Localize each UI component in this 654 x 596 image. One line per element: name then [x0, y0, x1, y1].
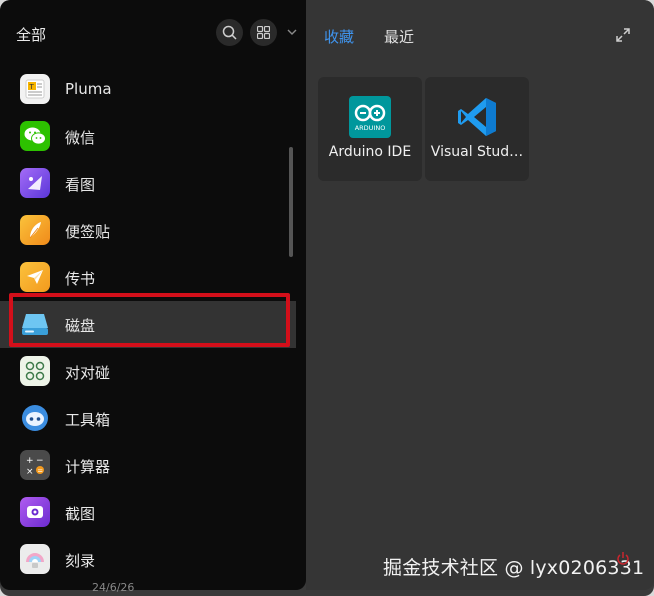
svg-text:+: +	[26, 456, 34, 466]
app-item-screenshot[interactable]: 截图	[0, 489, 296, 536]
app-label: 传书	[65, 270, 96, 288]
bottom-partial-text: 24/6/26	[92, 581, 135, 594]
grid-icon	[257, 26, 270, 39]
arduino-icon: ARDUINO	[349, 96, 391, 138]
svg-text:=: =	[37, 467, 43, 475]
disk-icon	[20, 309, 50, 339]
app-label: 计算器	[65, 458, 111, 476]
all-apps-title: 全部	[16, 26, 47, 44]
app-label: 截图	[65, 505, 96, 523]
svg-text:T: T	[29, 83, 35, 91]
app-item-sticky-notes[interactable]: 便签贴	[0, 207, 296, 254]
tab-recent[interactable]: 最近	[384, 26, 414, 47]
transfer-icon	[20, 262, 50, 292]
app-label: 微信	[65, 129, 96, 147]
watermark-text: 掘金技术社区 @ lyx0206331	[383, 557, 645, 579]
app-list: T Pluma 微信 看图 便签贴 传书 磁盘 对对碰 工具箱 + − × = …	[0, 66, 296, 583]
app-label: 磁盘	[65, 317, 96, 335]
app-item-disk[interactable]: 磁盘	[0, 301, 296, 348]
svg-text:−: −	[36, 456, 44, 466]
calculator-icon: + − × =	[20, 450, 50, 480]
screenshot-icon	[20, 497, 50, 527]
toolbox-icon	[20, 403, 50, 433]
all-apps-panel: 全部 T Pluma 微信 看图 便签贴 传书 磁盘 对对碰 工具箱 + − ×…	[0, 0, 306, 594]
tab-favorites[interactable]: 收藏	[324, 26, 354, 47]
favorite-label: Visual Stud…	[430, 144, 524, 160]
sticky-notes-icon	[20, 215, 50, 245]
favorites-panel: 收藏 最近 ARDUINO Arduino IDE Visual Stud…	[306, 0, 654, 590]
search-button[interactable]	[216, 19, 243, 46]
favorite-visual-studio-code[interactable]: Visual Stud…	[425, 77, 529, 181]
app-item-match-game[interactable]: 对对碰	[0, 348, 296, 395]
svg-text:×: ×	[26, 467, 34, 476]
all-apps-header: 全部	[0, 0, 306, 64]
app-item-calculator[interactable]: + − × = 计算器	[0, 442, 296, 489]
app-item-pluma[interactable]: T Pluma	[0, 66, 296, 113]
app-item-toolbox[interactable]: 工具箱	[0, 395, 296, 442]
view-mode-button[interactable]	[250, 19, 277, 46]
app-label: Pluma	[65, 80, 112, 98]
app-item-burner[interactable]: 刻录	[0, 536, 296, 583]
app-label: 便签贴	[65, 223, 111, 241]
svg-text:ARDUINO: ARDUINO	[355, 124, 386, 132]
pluma-icon: T	[20, 74, 50, 104]
favorite-arduino-ide[interactable]: ARDUINO Arduino IDE	[318, 77, 422, 181]
wechat-icon	[20, 121, 50, 151]
app-label: 刻录	[65, 552, 96, 570]
search-icon	[222, 25, 237, 40]
expand-icon[interactable]	[614, 26, 632, 44]
chevron-down-icon[interactable]	[285, 26, 299, 38]
burner-icon	[20, 544, 50, 574]
app-label: 工具箱	[65, 411, 111, 429]
app-label: 对对碰	[65, 364, 111, 382]
app-label: 看图	[65, 176, 96, 194]
app-list-scrollbar[interactable]	[289, 147, 293, 257]
power-icon	[617, 552, 629, 565]
image-viewer-icon	[20, 168, 50, 198]
match-game-icon	[20, 356, 50, 386]
vscode-icon	[458, 98, 496, 136]
app-item-image-viewer[interactable]: 看图	[0, 160, 296, 207]
app-item-transfer[interactable]: 传书	[0, 254, 296, 301]
start-menu: 全部 T Pluma 微信 看图 便签贴 传书 磁盘 对对碰 工具箱 + − ×…	[0, 0, 654, 596]
favorite-label: Arduino IDE	[328, 144, 412, 160]
favorites-tabs: 收藏 最近	[324, 26, 444, 47]
app-item-wechat[interactable]: 微信	[0, 113, 296, 160]
